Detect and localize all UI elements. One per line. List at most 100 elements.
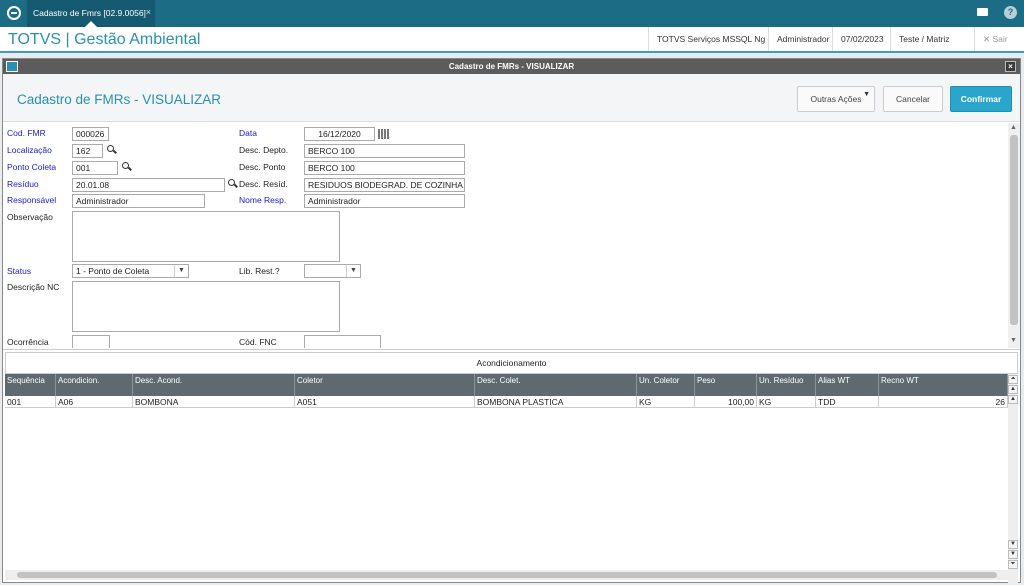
column-header[interactable]: Recno WT [879, 374, 1008, 396]
table-cell: 100,00 [695, 396, 757, 408]
form-header: Cadastro de FMRs - VISUALIZAR Outras Açõ… [3, 74, 1020, 122]
tab-close-icon[interactable]: × [146, 7, 151, 17]
chevron-down-icon: ▼ [863, 91, 870, 98]
residuo-field[interactable]: 20.01.08 [72, 178, 225, 192]
scroll-top-icon[interactable]: ⏶ [1008, 375, 1018, 384]
table-cell: 001 [5, 396, 56, 408]
scroll-thumb[interactable] [17, 572, 997, 578]
table-row[interactable]: 001 A06 BOMBONA A051 BOMBONA PLASTICA KG… [5, 396, 1008, 408]
column-header[interactable]: Desc. Acond. [133, 374, 295, 396]
column-header[interactable]: Coletor [295, 374, 475, 396]
desc-resid-label: Desc. Resíd. [239, 179, 288, 189]
chevron-down-icon: ▼ [346, 265, 360, 277]
table-cell: A051 [295, 396, 475, 408]
cod-fnc-label: Cód. FNC [239, 337, 277, 347]
totvs-logo-icon[interactable] [7, 6, 21, 20]
confirm-button[interactable]: Confirmar [950, 86, 1012, 112]
window-title: Cadastro de FMRs - VISUALIZAR [448, 62, 575, 71]
cancel-button[interactable]: Cancelar [883, 86, 943, 112]
table-cell: BOMBONA [133, 396, 295, 408]
column-header[interactable]: Alias WT [816, 374, 879, 396]
scroll-up-icon[interactable]: ▲ [1008, 395, 1018, 404]
window-icon [6, 61, 18, 72]
descricao-nc-textarea[interactable] [72, 281, 340, 332]
cod-fmr-field[interactable]: 000026 [72, 127, 109, 141]
column-header[interactable]: Peso [695, 374, 757, 396]
outras-acoes-button[interactable]: Outras Ações ▼ [797, 86, 875, 112]
table-cell: KG [637, 396, 695, 408]
data-label: Data [239, 128, 257, 138]
tab-cadastro-fmrs[interactable]: Cadastro de Fmrs [02.9.0056] × [27, 0, 155, 27]
localizacao-label: Localização [7, 145, 52, 155]
table-cell: TDD [816, 396, 879, 408]
desc-depto-field[interactable]: BERCO 100 [304, 144, 465, 158]
table-cell: BOMBONA PLASTICA [475, 396, 637, 408]
nome-resp-field[interactable]: Administrador [304, 194, 465, 208]
cod-fnc-field[interactable] [304, 335, 381, 348]
exit-button[interactable]: ✕ Sair [974, 27, 1016, 51]
column-header[interactable]: Un. Coletor [637, 374, 695, 396]
user-info: Administrador [768, 27, 837, 51]
scroll-page-down-icon[interactable]: ▼ [1008, 550, 1018, 559]
fmr-form: Cod. FMR 000026 Data 16/12/2020 Localiza… [3, 123, 1008, 348]
cod-fmr-label: Cod. FMR [7, 128, 46, 138]
desc-depto-label: Desc. Depto. [239, 145, 289, 155]
ocorrencia-label: Ocorrência [7, 337, 49, 347]
observacao-label: Observação [7, 212, 53, 222]
column-header[interactable]: Un. Resíduo [757, 374, 816, 396]
status-value: 1 - Ponto de Coleta [76, 266, 150, 276]
data-field[interactable]: 16/12/2020 [304, 127, 375, 141]
lib-rest-label: Lib. Rest.? [239, 266, 280, 276]
nome-resp-label: Nome Resp. [239, 195, 287, 205]
chevron-down-icon: ▼ [174, 265, 188, 277]
tab-label: Cadastro de Fmrs [02.9.0056] [33, 8, 146, 18]
observacao-textarea[interactable] [72, 211, 340, 262]
column-header[interactable]: Desc. Colet. [475, 374, 637, 396]
form-vertical-scrollbar[interactable]: ▲ ▼ [1008, 123, 1020, 348]
grid-title: Acondicionamento [5, 352, 1018, 374]
help-icon[interactable]: ? [1004, 6, 1017, 19]
lib-rest-select[interactable]: ▼ [304, 264, 361, 278]
window-title-bar: Cadastro de FMRs - VISUALIZAR × [3, 59, 1020, 74]
grid-header: Sequência Acondicion. Desc. Acond. Colet… [5, 374, 1008, 396]
app-bar: TOTVS | Gestão Ambiental TOTVS Serviços … [0, 27, 1024, 53]
scroll-thumb[interactable] [1010, 135, 1018, 325]
fmr-window: Cadastro de FMRs - VISUALIZAR × Cadastro… [2, 58, 1021, 584]
date-info: 07/02/2023 [832, 27, 892, 51]
ponto-coleta-field[interactable]: 001 [72, 161, 118, 175]
table-cell: A06 [56, 396, 133, 408]
column-header[interactable]: Acondicion. [56, 374, 133, 396]
outras-acoes-label: Outras Ações [810, 94, 862, 104]
window-close-icon[interactable]: × [1005, 61, 1016, 72]
environment-info: TOTVS Serviços MSSQL Ng [648, 27, 773, 51]
residuo-label: Resíduo [7, 179, 39, 189]
scroll-up-icon[interactable]: ▲ [1010, 124, 1017, 131]
mail-icon[interactable] [977, 8, 988, 16]
acondicionamento-grid: Acondicionamento Sequência Acondicion. D… [3, 349, 1020, 584]
scroll-down-icon[interactable]: ▼ [1010, 337, 1017, 344]
ponto-coleta-search-icon[interactable] [122, 162, 131, 171]
residuo-search-icon[interactable] [228, 179, 237, 188]
grid-horizontal-scrollbar[interactable] [5, 570, 1010, 580]
scroll-bottom-icon[interactable]: ⏷ [1008, 560, 1018, 569]
ponto-coleta-label: Ponto Coleta [7, 162, 57, 172]
scroll-page-up-icon[interactable]: ▲ [1008, 385, 1018, 394]
responsavel-field[interactable]: Administrador [72, 194, 205, 208]
localizacao-search-icon[interactable] [107, 145, 116, 154]
table-cell: 26 [879, 396, 1008, 408]
desc-resid-field[interactable]: RESIDUOS BIODEGRAD. DE COZINHA [304, 178, 465, 192]
status-select[interactable]: 1 - Ponto de Coleta ▼ [72, 264, 189, 278]
app-title: TOTVS | Gestão Ambiental [8, 31, 201, 48]
calendar-icon[interactable] [378, 129, 389, 139]
column-header[interactable]: Sequência [5, 374, 56, 396]
ocorrencia-field[interactable] [72, 335, 110, 348]
status-label: Status [7, 266, 32, 276]
branch-info: Teste / Matriz [890, 27, 958, 51]
page-title: Cadastro de FMRs - VISUALIZAR [17, 92, 222, 107]
top-bar: Cadastro de Fmrs [02.9.0056] × ? [0, 0, 1024, 27]
scroll-down-icon[interactable]: ▼ [1008, 540, 1018, 549]
table-cell: KG [757, 396, 816, 408]
desc-ponto-label: Desc. Ponto [239, 162, 286, 172]
localizacao-field[interactable]: 162 [72, 144, 103, 158]
desc-ponto-field[interactable]: BERCO 100 [304, 161, 465, 175]
